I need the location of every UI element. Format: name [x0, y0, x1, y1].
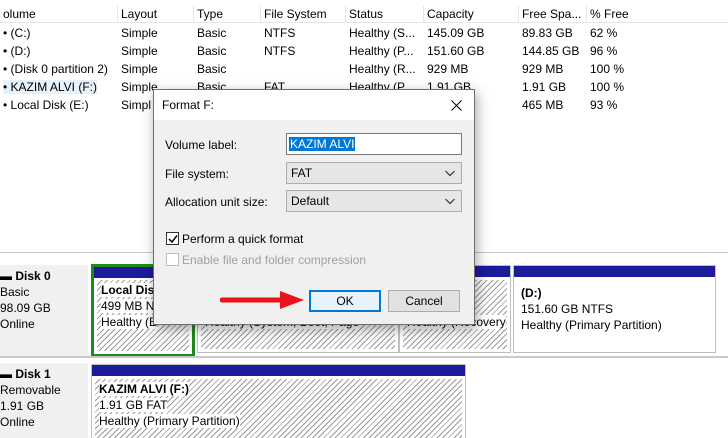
- volume-capacity: 145.09 GB: [427, 26, 485, 40]
- disk-separator: [0, 356, 728, 358]
- volume-name: KAZIM ALVI (F:): [10, 80, 98, 94]
- column-percent-free[interactable]: % Free: [587, 6, 728, 23]
- close-button[interactable]: [438, 90, 474, 120]
- file-system-select[interactable]: FAT: [286, 162, 462, 184]
- file-system-value: FAT: [291, 166, 313, 180]
- volume-label-caption: Volume label:: [165, 138, 238, 152]
- partition-title: (D:): [521, 286, 542, 300]
- volume-name: (C:): [10, 26, 31, 40]
- partition-title: KAZIM ALVI (F:): [99, 382, 189, 396]
- chevron-down-icon: [445, 198, 455, 205]
- partition-bar: [92, 365, 465, 376]
- allocation-unit-caption: Allocation unit size:: [165, 195, 268, 209]
- partition-size: 1.91 GB FAT: [99, 398, 168, 412]
- volume-row[interactable]: • (C:) Simple Basic NTFS Healthy (S... 1…: [0, 24, 728, 42]
- column-volume[interactable]: olume: [0, 6, 118, 23]
- disk-icon: ▬: [0, 367, 16, 381]
- volume-free: 1.91 GB: [522, 80, 567, 94]
- volume-label-value: KAZIM ALVI: [289, 137, 356, 151]
- disk-kind: Removable: [0, 383, 61, 397]
- volume-layout: Simple: [121, 44, 158, 58]
- disk-size: 1.91 GB: [0, 399, 45, 413]
- volume-bullet-icon: •: [3, 62, 11, 76]
- volume-name: (D:): [10, 44, 31, 58]
- checkmark-icon: [168, 235, 178, 244]
- disk-kind: Basic: [0, 285, 30, 299]
- volume-row[interactable]: • (D:) Simple Basic NTFS Healthy (P... 1…: [0, 42, 728, 60]
- partition-size: 499 MB N: [101, 299, 155, 313]
- volume-list-header: olume Layout Type File System Status Cap…: [0, 6, 728, 23]
- partition-bar: [514, 266, 715, 277]
- quick-format-checkbox[interactable]: [166, 232, 179, 245]
- column-file-system[interactable]: File System: [261, 6, 346, 23]
- volume-status: Healthy (R...: [349, 62, 416, 76]
- volume-name: Local Disk (E:): [10, 98, 89, 112]
- volume-layout: Simple: [121, 26, 158, 40]
- chevron-down-icon: [445, 170, 455, 177]
- volume-type: Basic: [197, 44, 227, 58]
- volume-free: 465 MB: [522, 98, 564, 112]
- volume-capacity: 151.60 GB: [427, 44, 485, 58]
- cancel-button[interactable]: Cancel: [388, 290, 460, 312]
- ok-button[interactable]: OK: [309, 290, 381, 312]
- disk-state: Online: [0, 415, 35, 429]
- volume-pct: 93 %: [590, 98, 618, 112]
- disk-0-label[interactable]: ▬ Disk 0 Basic 98.09 GB Online: [0, 265, 88, 357]
- volume-fs: NTFS: [264, 26, 296, 40]
- volume-type: Basic: [197, 26, 227, 40]
- disk-state: Online: [0, 317, 35, 331]
- partition-f[interactable]: KAZIM ALVI (F:) 1.91 GB FAT Healthy (Pri…: [91, 364, 466, 438]
- volume-name: (Disk 0 partition 2): [10, 62, 108, 76]
- dialog-title: Format F:: [162, 98, 215, 112]
- column-type[interactable]: Type: [194, 6, 261, 23]
- volume-layout: Simple: [121, 62, 158, 76]
- compression-label: Enable file and folder compression: [182, 253, 367, 267]
- volume-free: 929 MB: [522, 62, 564, 76]
- volume-capacity: 929 MB: [427, 62, 469, 76]
- volume-status: Healthy (P...: [349, 44, 414, 58]
- volume-fs: [261, 60, 346, 78]
- volume-bullet-icon: •: [3, 98, 11, 112]
- column-layout[interactable]: Layout: [118, 6, 194, 23]
- disk-name: Disk 1: [15, 367, 51, 381]
- partition-size: 151.60 GB NTFS: [521, 302, 614, 316]
- volume-type: Basic: [197, 62, 227, 76]
- volume-label-input[interactable]: KAZIM ALVI: [286, 133, 462, 155]
- partition-status: Healthy (Primary Partition): [521, 318, 662, 332]
- volume-pct: 100 %: [590, 80, 625, 94]
- close-icon: [450, 99, 462, 111]
- partition-d[interactable]: (D:) 151.60 GB NTFS Healthy (Primary Par…: [513, 265, 716, 353]
- arrow-icon: [220, 291, 304, 309]
- column-status[interactable]: Status: [346, 6, 424, 23]
- format-dialog: Format F: Volume label: KAZIM ALVI File …: [153, 89, 475, 325]
- volume-row[interactable]: • (Disk 0 partition 2) Simple Basic Heal…: [0, 60, 728, 78]
- column-capacity[interactable]: Capacity: [424, 6, 519, 23]
- disk-icon: ▬: [0, 269, 16, 283]
- volume-bullet-icon: •: [3, 44, 11, 58]
- dialog-titlebar[interactable]: Format F:: [154, 90, 474, 120]
- volume-pct: 62 %: [590, 26, 618, 40]
- volume-bullet-icon: •: [3, 80, 11, 94]
- disk-1-label[interactable]: ▬ Disk 1 Removable 1.91 GB Online: [0, 363, 88, 438]
- disk-size: 98.09 GB: [0, 301, 51, 315]
- quick-format-label[interactable]: Perform a quick format: [182, 232, 303, 246]
- volume-free: 144.85 GB: [522, 44, 580, 58]
- disk-name: Disk 0: [15, 269, 51, 283]
- file-system-caption: File system:: [165, 167, 230, 181]
- volume-pct: 100 %: [590, 62, 625, 76]
- volume-pct: 96 %: [590, 44, 618, 58]
- allocation-unit-select[interactable]: Default: [286, 190, 462, 212]
- partition-status: Healthy (Primary Partition): [99, 414, 240, 428]
- volume-bullet-icon: •: [3, 26, 11, 40]
- allocation-unit-value: Default: [291, 194, 330, 208]
- column-free-space[interactable]: Free Spa...: [519, 6, 587, 23]
- volume-status: Healthy (S...: [349, 26, 416, 40]
- partition-status: Healthy (E: [101, 315, 158, 329]
- compression-checkbox: [166, 253, 179, 266]
- volume-fs: NTFS: [264, 44, 296, 58]
- volume-free: 89.83 GB: [522, 26, 573, 40]
